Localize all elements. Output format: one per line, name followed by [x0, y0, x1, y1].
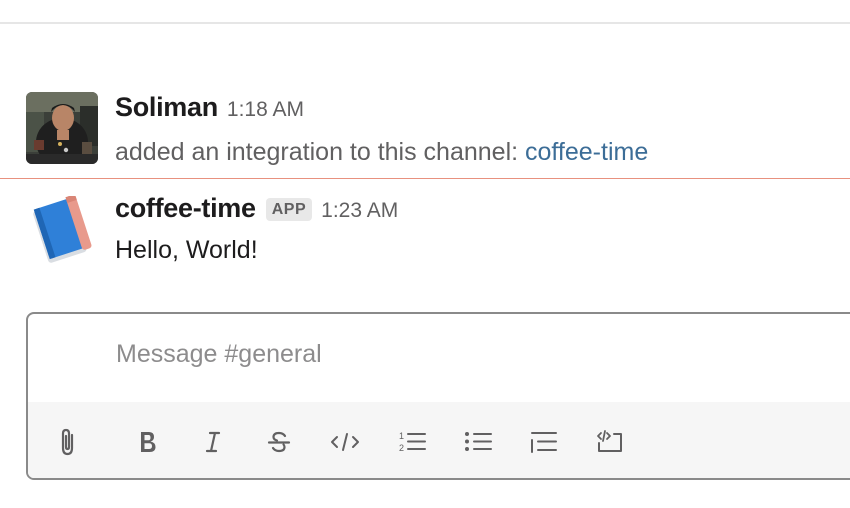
new-messages-divider [0, 178, 850, 179]
attach-button[interactable] [48, 422, 88, 462]
code-icon [331, 433, 359, 451]
code-button[interactable] [325, 422, 365, 462]
app-badge: APP [265, 198, 313, 221]
italic-button[interactable] [193, 422, 233, 462]
message-header: coffee-time APP 1:23 AM [115, 193, 398, 224]
italic-icon [205, 431, 221, 453]
integration-link[interactable]: coffee-time [525, 138, 648, 166]
message-composer: 1 2 [26, 312, 850, 480]
message-input[interactable] [116, 340, 816, 369]
paperclip-icon [61, 428, 74, 456]
author-name[interactable]: Soliman [115, 92, 218, 123]
strikethrough-button[interactable] [259, 422, 299, 462]
system-message-text: added an integration to this channel: co… [115, 138, 648, 167]
top-divider [0, 22, 850, 24]
bulleted-list-button[interactable] [458, 422, 498, 462]
ordered-list-button[interactable]: 1 2 [392, 422, 432, 462]
blockquote-icon [531, 432, 557, 453]
soliman-avatar[interactable] [26, 92, 98, 164]
code-block-icon [597, 430, 622, 452]
message-header: Soliman 1:18 AM [115, 92, 304, 123]
formatting-toolbar: 1 2 [28, 402, 850, 478]
bold-icon [141, 432, 156, 452]
svg-text:1: 1 [399, 431, 404, 441]
svg-text:2: 2 [399, 443, 404, 453]
chat-view: Soliman 1:18 AM added an integration to … [0, 0, 850, 508]
notebook-app-icon [33, 194, 92, 263]
user-photo-icon [26, 92, 98, 164]
message-text: Hello, World! [115, 236, 258, 264]
bulleted-list-icon [465, 432, 492, 451]
message-timestamp[interactable]: 1:23 AM [321, 199, 398, 223]
bold-button[interactable] [128, 422, 168, 462]
system-message-prefix: added an integration to this channel: [115, 138, 526, 166]
app-avatar[interactable] [26, 194, 98, 268]
blockquote-button[interactable] [524, 422, 564, 462]
code-block-button[interactable] [590, 422, 630, 462]
strikethrough-icon [267, 431, 291, 453]
ordered-list-icon: 1 2 [399, 431, 426, 453]
message-timestamp[interactable]: 1:18 AM [227, 98, 304, 122]
author-name[interactable]: coffee-time [115, 193, 256, 224]
